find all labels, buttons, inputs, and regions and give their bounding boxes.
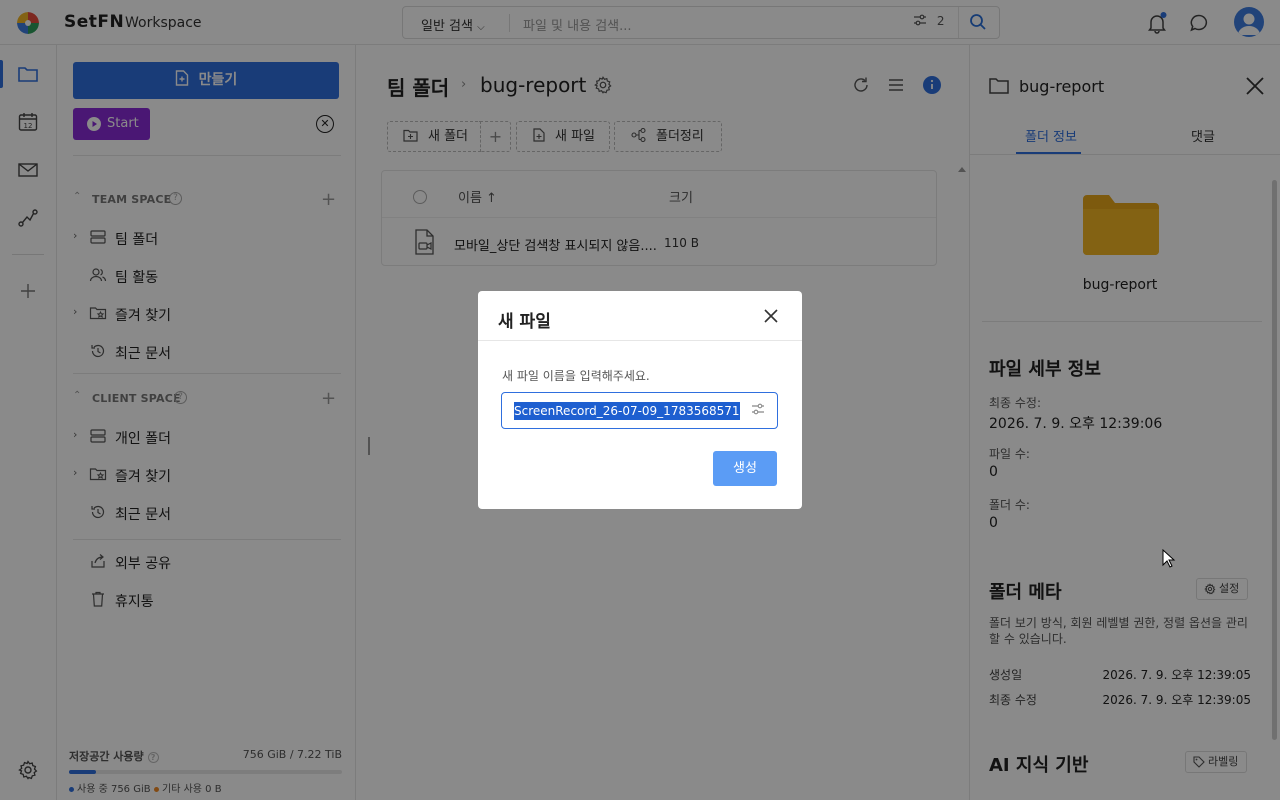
file-name-selected-text: ScreenRecord_26-07-09_1783568571: [514, 402, 740, 420]
divider: [478, 340, 802, 341]
mouse-cursor-icon: [1162, 548, 1176, 569]
dialog-title: 새 파일: [498, 312, 551, 332]
new-file-dialog: 새 파일 새 파일 이름을 입력해주세요. ScreenRecord_26-07…: [478, 291, 802, 509]
file-name-label: 새 파일 이름을 입력해주세요.: [502, 369, 650, 383]
input-options-icon[interactable]: [750, 401, 766, 417]
app-root: SetFN Workspace 일반 검색 ⌵ 파일 및 내용 검색... 2: [0, 0, 1280, 800]
close-dialog-icon[interactable]: [762, 307, 780, 325]
create-file-button[interactable]: 생성: [713, 451, 777, 486]
